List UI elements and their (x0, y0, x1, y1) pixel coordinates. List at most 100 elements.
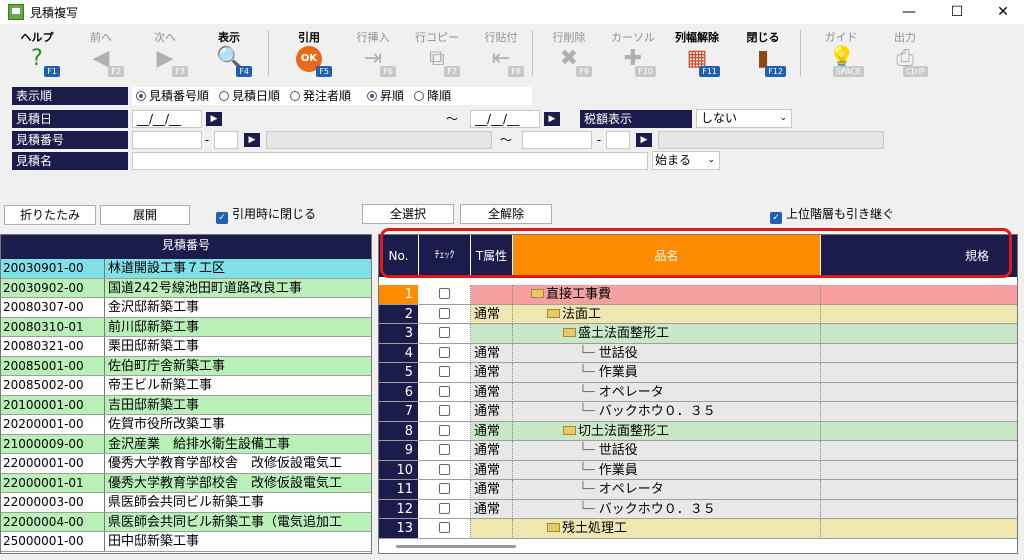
row-item-name-cell[interactable]: 盛土法面整形工 (513, 324, 821, 344)
list-item[interactable]: 22000004-00 県医師会共同ビル新築工事（電気追加工 (1, 512, 371, 532)
row-spec[interactable] (821, 343, 1017, 363)
close-on-quote-checkbox[interactable]: ✓ 引用時に閉じる (216, 206, 316, 224)
row-checkbox[interactable] (439, 444, 450, 455)
row-number[interactable]: 13 (379, 519, 419, 539)
estimate-list[interactable]: 見積番号 20030901-00 林道開設工事７工区 20030902-00 国道24… (0, 234, 372, 554)
table-row[interactable]: 1 直接工事費 (379, 285, 1017, 305)
list-item[interactable]: 25000001-00 田中邸新築工事 (1, 532, 371, 552)
row-check-cell[interactable] (419, 402, 471, 422)
table-row[interactable]: 13 残土処理工 (379, 519, 1017, 539)
row-checkbox[interactable] (439, 502, 450, 514)
row-number[interactable]: 5 (379, 363, 419, 383)
direction-radio-0[interactable]: 昇順 (367, 89, 404, 103)
collapse-button[interactable]: 折りたたみ (4, 205, 96, 225)
row-number[interactable]: 10 (379, 460, 419, 480)
row-spec[interactable] (821, 441, 1017, 461)
toolbar-button-f4[interactable]: 表示 🔍 F4 (200, 24, 258, 82)
row-number[interactable]: 8 (379, 421, 419, 441)
row-number[interactable]: 6 (379, 382, 419, 402)
minimize-icon[interactable]: — (886, 0, 932, 24)
row-check-cell[interactable] (419, 285, 471, 305)
table-row[interactable]: 8 通常 切土法面整形工 (379, 421, 1017, 441)
expand-button[interactable]: 展開 (100, 205, 190, 225)
row-checkbox[interactable] (439, 307, 450, 319)
table-row[interactable]: 3 盛土法面整形工 (379, 324, 1017, 344)
number-to-picker-button[interactable]: ▶ (636, 133, 652, 147)
col-header-spec[interactable]: 規格 (821, 235, 1017, 277)
date-to-input[interactable]: __/__/__ (470, 110, 540, 128)
row-check-cell[interactable] (419, 421, 471, 441)
table-row[interactable]: 2 通常 法面工 (379, 304, 1017, 324)
row-item-name-cell[interactable]: 切土法面整形工 (513, 421, 821, 441)
table-row[interactable]: 10 通常 └─ 作業員 (379, 460, 1017, 480)
table-row[interactable]: 7 通常 └─ バックホウ０．３５ (379, 402, 1017, 422)
list-item[interactable]: 20030902-00 国道242号線池田町道路改良工事 (1, 278, 371, 298)
number-to-input[interactable] (522, 131, 592, 149)
row-checkbox[interactable] (439, 405, 450, 416)
list-item[interactable]: 20085002-00 帝王ビル新築工事 (1, 376, 371, 396)
row-item-name-cell[interactable]: └─ バックホウ０．３５ (513, 499, 821, 519)
list-item[interactable]: 20080321-00 栗田邸新築工事 (1, 337, 371, 357)
row-spec[interactable] (821, 460, 1017, 480)
row-number[interactable]: 9 (379, 441, 419, 461)
row-number[interactable]: 3 (379, 324, 419, 344)
number-from-input[interactable] (132, 131, 202, 149)
row-spec[interactable] (821, 285, 1017, 305)
row-item-name-cell[interactable]: 直接工事費 (513, 285, 821, 305)
list-item[interactable]: 20080310-01 前川邸新築工事 (1, 317, 371, 337)
toolbar-button-f5[interactable]: 引用 OK F5 (280, 24, 338, 82)
col-header-check[interactable]: ﾁｪｯｸ (419, 235, 471, 277)
match-mode-select[interactable]: 始まる ⌄ (652, 151, 720, 170)
row-checkbox[interactable] (439, 483, 450, 494)
row-check-cell[interactable] (419, 480, 471, 500)
row-check-cell[interactable] (419, 304, 471, 324)
table-row[interactable]: 4 通常 └─ 世話役 (379, 343, 1017, 363)
row-number[interactable]: 4 (379, 343, 419, 363)
deselect-all-button[interactable]: 全解除 (460, 204, 552, 224)
maximize-icon[interactable]: ☐ (934, 0, 980, 24)
table-row[interactable]: 11 通常 └─ オペレータ (379, 480, 1017, 500)
horizontal-scrollbar[interactable] (396, 545, 516, 548)
row-item-name-cell[interactable]: └─ 世話役 (513, 441, 821, 461)
row-check-cell[interactable] (419, 363, 471, 383)
row-number[interactable]: 2 (379, 304, 419, 324)
row-checkbox[interactable] (439, 366, 450, 377)
select-all-button[interactable]: 全選択 (362, 204, 454, 224)
close-icon[interactable]: ✕ (980, 0, 1024, 24)
row-number[interactable]: 7 (379, 402, 419, 422)
estimate-name-input[interactable] (132, 152, 648, 170)
date-to-picker-button[interactable]: ▶ (544, 112, 560, 126)
table-row[interactable]: 12 通常 └─ バックホウ０．３５ (379, 499, 1017, 519)
row-checkbox[interactable] (439, 327, 450, 338)
row-spec[interactable] (821, 499, 1017, 519)
number-from-branch-input[interactable] (214, 131, 238, 149)
row-check-cell[interactable] (419, 343, 471, 363)
order-radio-1[interactable]: 見積日順 (219, 89, 280, 103)
row-checkbox[interactable] (439, 288, 450, 299)
row-spec[interactable] (821, 304, 1017, 324)
order-radio-0[interactable]: 見積番号順 (136, 89, 209, 103)
row-item-name-cell[interactable]: └─ 作業員 (513, 460, 821, 480)
list-item[interactable]: 20030901-00 林道開設工事７工区 (1, 259, 371, 279)
row-item-name-cell[interactable]: └─ バックホウ０．３５ (513, 402, 821, 422)
row-spec[interactable] (821, 519, 1017, 539)
list-item[interactable]: 20080307-00 金沢邸新築工事 (1, 298, 371, 318)
row-check-cell[interactable] (419, 382, 471, 402)
row-item-name-cell[interactable]: └─ オペレータ (513, 382, 821, 402)
toolbar-button-f1[interactable]: ヘルプ? F1 (8, 24, 66, 82)
row-item-name-cell[interactable]: └─ オペレータ (513, 480, 821, 500)
col-header-attr[interactable]: T属性 (471, 235, 513, 277)
row-check-cell[interactable] (419, 460, 471, 480)
list-item[interactable]: 20100001-00 吉田邸新築工事 (1, 395, 371, 415)
row-check-cell[interactable] (419, 441, 471, 461)
row-item-name-cell[interactable]: 法面工 (513, 304, 821, 324)
number-to-branch-input[interactable] (606, 131, 630, 149)
row-spec[interactable] (821, 324, 1017, 344)
detail-grid[interactable]: No. ﾁｪｯｸ T属性 品名 規格 1 直接工事費 2 通常 法面工 3 盛土法面整形工 4… (378, 234, 1018, 554)
toolbar-button-f12[interactable]: 閉じる ▮ F12 (734, 24, 792, 82)
row-spec[interactable] (821, 382, 1017, 402)
col-header-no[interactable]: No. (379, 235, 419, 277)
order-radio-2[interactable]: 発注者順 (290, 89, 351, 103)
row-item-name-cell[interactable]: └─ 世話役 (513, 343, 821, 363)
table-row[interactable]: 6 通常 └─ オペレータ (379, 382, 1017, 402)
